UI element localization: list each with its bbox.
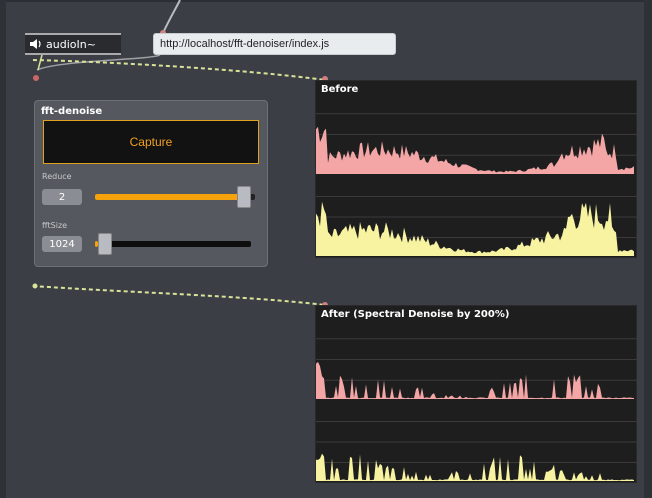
before-scope-title: Before bbox=[321, 84, 359, 95]
wire-url-audio bbox=[36, 54, 161, 71]
reduce-slider-fill bbox=[95, 194, 251, 200]
before-spectrum-plot bbox=[316, 113, 638, 256]
after-spectrum-plot bbox=[316, 338, 638, 481]
before-right-channel-spectrum bbox=[316, 201, 634, 256]
reduce-slider[interactable] bbox=[95, 194, 255, 200]
wire-url-input bbox=[162, 0, 181, 34]
wire-panel-after bbox=[32, 285, 326, 306]
wire-audio-before bbox=[32, 59, 326, 81]
reduce-slider-thumb[interactable] bbox=[236, 186, 251, 208]
canvas-right-edge bbox=[644, 0, 652, 498]
canvas-left-edge bbox=[0, 0, 6, 498]
audio-in-label: audioIn~ bbox=[46, 37, 96, 51]
fftsize-label: fftSize bbox=[42, 221, 68, 230]
fftsize-slider-thumb[interactable] bbox=[97, 233, 112, 255]
speaker-icon bbox=[30, 39, 41, 49]
script-url-text: http://localhost/fft-denoiser/index.js bbox=[160, 38, 330, 50]
canvas-top-edge bbox=[0, 0, 652, 2]
after-spectrum-scope: After (Spectral Denoise by 200%) bbox=[315, 305, 638, 483]
reduce-label: Reduce bbox=[42, 172, 72, 181]
fftsize-number-box[interactable]: 1024 bbox=[42, 236, 82, 252]
panel-title: fft-denoise bbox=[41, 106, 103, 117]
before-left-channel-spectrum bbox=[316, 126, 634, 174]
fft-denoise-panel: fft-denoise Capture Reduce 2 fftSize 102… bbox=[34, 100, 268, 267]
after-right-channel-spectrum bbox=[316, 453, 634, 481]
before-spectrum-scope: Before bbox=[315, 80, 638, 258]
after-scope-title: After (Spectral Denoise by 200%) bbox=[321, 309, 510, 320]
fftsize-slider[interactable] bbox=[95, 241, 251, 247]
wire-audio-down bbox=[37, 54, 43, 71]
audio-in-node[interactable]: audioIn~ bbox=[25, 33, 121, 55]
reduce-number-box[interactable]: 2 bbox=[42, 189, 82, 205]
capture-button[interactable]: Capture bbox=[43, 120, 259, 164]
capture-button-label: Capture bbox=[129, 135, 173, 149]
script-url-node[interactable]: http://localhost/fft-denoiser/index.js bbox=[153, 33, 396, 55]
